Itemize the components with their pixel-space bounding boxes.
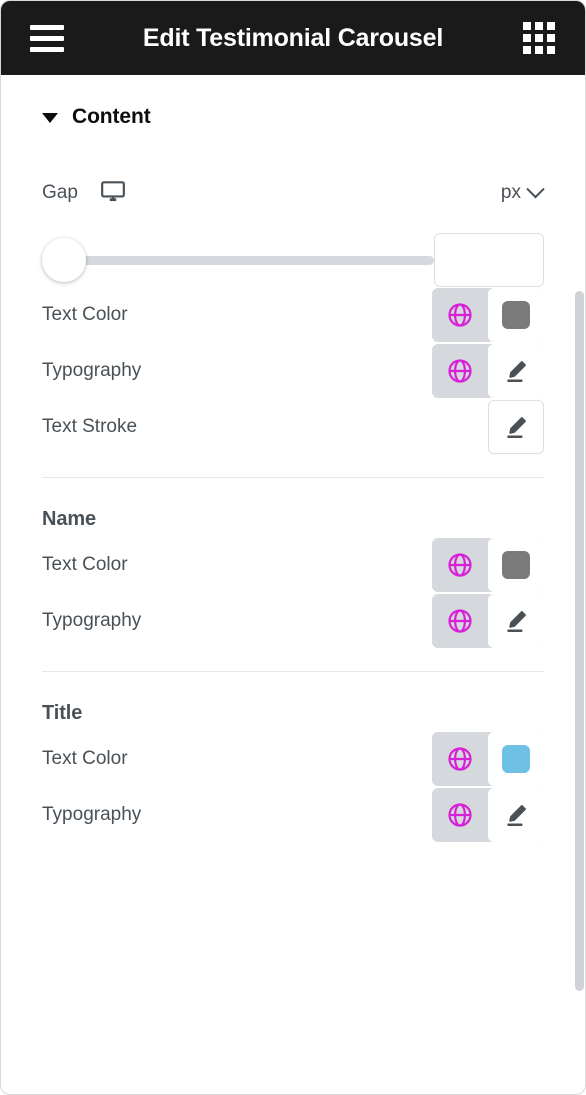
control-row-content-text-color: Text Color <box>42 287 544 343</box>
control-row-name-typography: Typography <box>42 593 544 649</box>
control-row-gap: Gap px <box>42 129 545 221</box>
hamburger-menu-button[interactable] <box>25 16 69 60</box>
control-label-content-text-stroke: Text Stroke <box>42 416 138 437</box>
section-toggle-content[interactable]: Content <box>42 75 544 129</box>
hamburger-menu-icon <box>30 24 64 52</box>
color-swatch <box>502 301 530 329</box>
control-label-name-text-color: Text Color <box>42 554 128 575</box>
control-row-content-typography: Typography <box>42 343 544 399</box>
control-label-content-text-color: Text Color <box>42 304 128 325</box>
gap-slider[interactable] <box>42 238 434 282</box>
globe-icon[interactable] <box>432 788 488 842</box>
scrollbar-thumb[interactable] <box>575 291 584 991</box>
globe-icon[interactable] <box>432 732 488 786</box>
control-label-name-typography: Typography <box>42 610 142 631</box>
color-picker-button-name-text-color[interactable] <box>488 538 544 592</box>
chevron-down-icon <box>526 179 545 198</box>
gap-value-input[interactable] <box>434 233 544 287</box>
color-picker-button-title-text-color[interactable] <box>488 732 544 786</box>
slider-track[interactable] <box>64 255 434 265</box>
control-label-gap: Gap <box>42 182 78 203</box>
edit-text-stroke-button[interactable] <box>488 400 544 454</box>
editor-panel: Edit Testimonial Carousel Content Gap px… <box>0 0 586 1095</box>
edit-typography-button-name[interactable] <box>488 594 544 648</box>
control-group-title-text-color <box>432 732 544 786</box>
panel-scrollbar[interactable] <box>575 291 584 1054</box>
control-row-content-text-stroke: Text Stroke <box>42 399 544 455</box>
page-title: Edit Testimonial Carousel <box>142 23 444 52</box>
globe-icon[interactable] <box>432 344 488 398</box>
control-row-name-text-color: Text Color <box>42 537 544 593</box>
edit-typography-button-content[interactable] <box>488 344 544 398</box>
color-swatch <box>502 745 530 773</box>
control-label-title-typography: Typography <box>42 804 142 825</box>
control-row-gap-slider <box>42 221 544 287</box>
globe-icon[interactable] <box>432 538 488 592</box>
unit-selector-px[interactable]: px <box>500 179 545 204</box>
section-title: Content <box>72 105 151 128</box>
unit-selector-value: px <box>500 182 521 203</box>
control-label-content-typography: Typography <box>42 360 142 381</box>
control-group-name-typography <box>432 594 544 648</box>
control-group-name-text-color <box>432 538 544 592</box>
grid-apps-icon <box>523 22 555 54</box>
panel-header: Edit Testimonial Carousel <box>1 1 585 75</box>
globe-icon[interactable] <box>432 288 488 342</box>
control-group-content-typography <box>432 344 544 398</box>
control-group-title-typography <box>432 788 544 842</box>
edit-typography-button-title[interactable] <box>488 788 544 842</box>
color-picker-button-content-text-color[interactable] <box>488 288 544 342</box>
control-label-title-text-color: Text Color <box>42 748 128 769</box>
group-heading-name: Name <box>42 508 97 530</box>
apps-grid-button[interactable] <box>517 16 561 60</box>
desktop-monitor-icon[interactable] <box>100 178 126 209</box>
color-swatch <box>502 551 530 579</box>
panel-body: Content Gap px Text Color Typography Tex… <box>1 75 585 1094</box>
caret-down-icon <box>42 113 58 123</box>
control-group-content-text-color <box>432 288 544 342</box>
control-row-title-text-color: Text Color <box>42 731 544 787</box>
control-row-title-typography: Typography <box>42 787 544 843</box>
slider-handle[interactable] <box>42 238 86 282</box>
group-heading-title: Title <box>42 702 83 724</box>
globe-icon[interactable] <box>432 594 488 648</box>
